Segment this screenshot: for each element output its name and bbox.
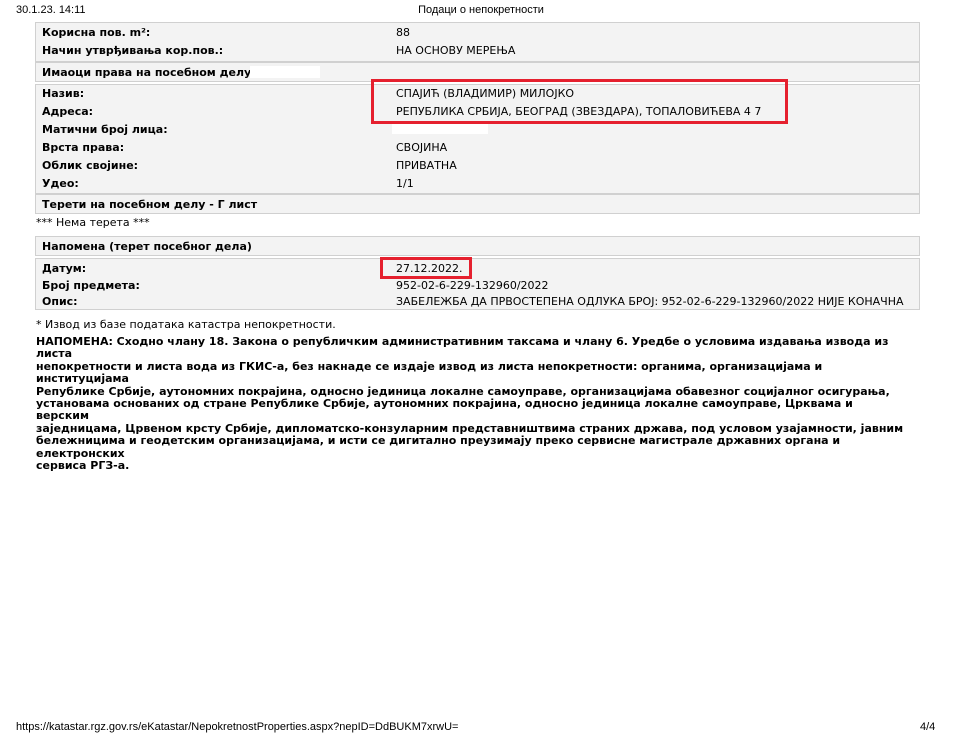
share-row: Удео: 1/1 (36, 175, 919, 193)
page-number: 4/4 (920, 721, 936, 733)
ownership-form-row: Облик својине: ПРИВАТНА (36, 157, 919, 175)
notice-paragraph: НАПОМЕНА: Сходно члану 18. Закона о репу… (36, 335, 906, 473)
share-value: 1/1 (396, 177, 414, 190)
footer-url: https://katastar.rgz.gov.rs/eKatastar/Ne… (16, 721, 459, 733)
notice-line: непокретности и листа вода из ГКИС-а, бе… (36, 359, 823, 386)
area-method-row: Начин утврђивања кор.пов.: НА ОСНОВУ МЕР… (36, 42, 919, 60)
date-label: Датум: (42, 262, 87, 275)
area-label: Корисна пов. m²: (42, 26, 151, 39)
description-value: ЗАБЕЛЕЖБА ДА ПРВОСТЕПЕНА ОДЛУКА БРОЈ: 95… (396, 295, 904, 308)
footnote: * Извод из базе података катастра непокр… (36, 318, 336, 331)
description-label: Опис: (42, 295, 78, 308)
owner-id-label: Матични број лица: (42, 123, 168, 136)
highlight-box-owner (371, 79, 788, 124)
no-burdens-text: *** Нема терета *** (36, 216, 150, 229)
right-type-label: Врста права: (42, 141, 125, 154)
area-row: Корисна пов. m²: 88 (36, 24, 919, 42)
redaction-patch (250, 66, 320, 78)
notice-line: установама основаних од стране Републике… (36, 397, 853, 423)
area-value: 88 (396, 26, 410, 39)
note-heading: Напомена (терет посебног дела) (35, 236, 920, 256)
notice-line: бележницима и геодетским организацијама,… (36, 434, 841, 460)
burdens-heading: Терети на посебном делу - Г лист (35, 194, 920, 214)
date-row: Датум: 27.12.2022. (36, 260, 919, 278)
owner-name-label: Назив: (42, 87, 85, 100)
notice-line: НАПОМЕНА: Сходно члану 18. Закона о репу… (36, 335, 889, 361)
ownership-form-label: Облик својине: (42, 159, 139, 172)
ownership-form-value: ПРИВАТНА (396, 159, 457, 172)
share-label: Удео: (42, 177, 79, 190)
right-type-row: Врста права: СВОЈИНА (36, 139, 919, 157)
right-type-value: СВОЈИНА (396, 141, 448, 154)
area-method-label: Начин утврђивања кор.пов.: (42, 44, 224, 57)
note-block: Датум: 27.12.2022. Број предмета: 952-02… (35, 258, 920, 310)
area-method-value: НА ОСНОВУ МЕРЕЊА (396, 44, 516, 57)
area-block: Корисна пов. m²: 88 Начин утврђивања кор… (35, 22, 920, 62)
highlight-box-date (380, 257, 472, 279)
owner-address-label: Адреса: (42, 105, 94, 118)
page-title: Подаци о непокретности (418, 4, 544, 16)
description-row: Опис: ЗАБЕЛЕЖБА ДА ПРВОСТЕПЕНА ОДЛУКА БР… (36, 293, 919, 311)
notice-line: сервиса РГЗ-а. (36, 459, 130, 473)
